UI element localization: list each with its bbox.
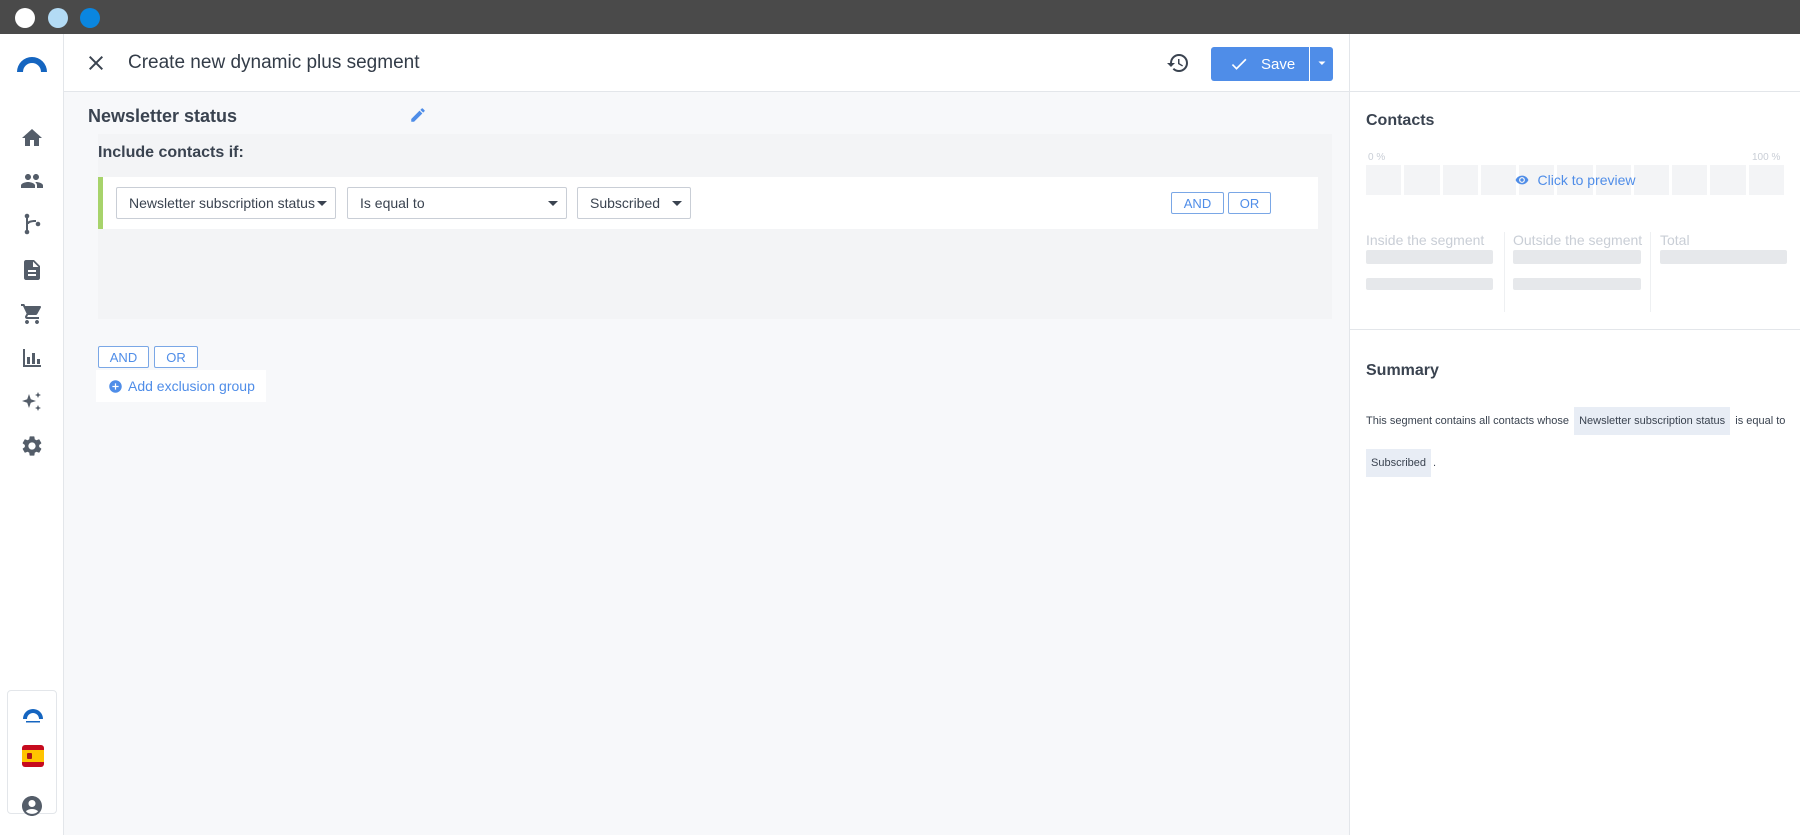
inside-count-placeholder — [1366, 250, 1493, 264]
save-button-label: Save — [1261, 55, 1296, 73]
automation-icon — [24, 213, 41, 235]
ai-sparkle-icon — [22, 392, 41, 411]
contacts-title: Contacts — [1366, 112, 1435, 129]
inside-percent-placeholder — [1366, 278, 1493, 290]
field-select[interactable]: Newsletter subscription status — [116, 187, 336, 219]
contacts-icon — [21, 174, 43, 188]
outside-percent-placeholder — [1513, 278, 1641, 290]
nav-contacts[interactable] — [16, 165, 48, 197]
operator-select[interactable]: Is equal to — [347, 187, 567, 219]
add-exclusion-group-button[interactable]: Add exclusion group — [96, 370, 266, 402]
click-to-preview-link[interactable]: Click to preview — [1350, 165, 1800, 195]
summary-value-chip: Subscribed — [1366, 449, 1432, 477]
plus-circle-icon — [109, 379, 122, 393]
operator-select-value: Is equal to — [360, 195, 425, 211]
window-titlebar — [0, 0, 1800, 34]
eye-icon — [1516, 175, 1529, 185]
summary-prefix: This segment contains all contacts whose — [1366, 415, 1569, 427]
summary-suffix: . — [1433, 457, 1437, 469]
save-button[interactable]: Save — [1211, 47, 1309, 81]
inside-segment-label: Inside the segment — [1366, 232, 1485, 248]
user-account-icon — [22, 796, 42, 816]
value-select[interactable]: Subscribed — [577, 187, 691, 219]
nav-reports[interactable] — [16, 342, 48, 374]
edit-pencil-icon[interactable] — [409, 106, 427, 124]
stat-divider — [1650, 232, 1651, 312]
panel-header — [1350, 34, 1800, 92]
left-nav — [0, 34, 64, 835]
forms-icon — [24, 260, 40, 280]
ecommerce-icon — [21, 304, 42, 324]
add-exclusion-label: Add exclusion group — [128, 378, 255, 394]
home-icon — [22, 129, 42, 146]
nav-settings[interactable] — [16, 430, 48, 462]
percent-min-label: 0 % — [1368, 152, 1386, 163]
segment-editor: Newsletter status Include contacts if: N… — [64, 92, 1349, 835]
window-close-dot[interactable] — [15, 8, 35, 28]
row-or-button[interactable]: OR — [1228, 192, 1271, 214]
history-icon[interactable] — [1166, 51, 1190, 75]
row-and-button[interactable]: AND — [1171, 192, 1224, 214]
include-label: Include contacts if: — [98, 144, 244, 161]
total-label: Total — [1660, 232, 1690, 248]
nav-home[interactable] — [16, 122, 48, 154]
close-icon[interactable] — [84, 51, 108, 75]
percent-max-label: 100 % — [1752, 152, 1781, 163]
summary-field-chip: Newsletter subscription status — [1574, 407, 1731, 435]
nav-automation[interactable] — [16, 208, 48, 240]
save-options-dropdown[interactable] — [1310, 47, 1333, 81]
panel-divider — [1350, 329, 1800, 330]
preview-label: Click to preview — [1537, 172, 1636, 188]
condition-row: Newsletter subscription status Is equal … — [98, 177, 1318, 229]
field-select-value: Newsletter subscription status — [129, 195, 315, 211]
window-minimize-dot[interactable] — [48, 8, 68, 28]
total-count-placeholder — [1660, 250, 1787, 264]
contacts-panel: Contacts 0 % 100 % Click to preview Insi… — [1349, 34, 1800, 835]
nav-ecommerce[interactable] — [16, 298, 48, 330]
summary-text: This segment contains all contacts whose… — [1366, 400, 1786, 484]
reports-icon — [23, 349, 41, 367]
stat-divider — [1504, 232, 1505, 312]
app-logo-icon[interactable] — [14, 52, 50, 74]
check-icon — [1231, 58, 1247, 70]
caret-down-icon — [548, 201, 558, 206]
company-logo-icon — [23, 709, 43, 723]
window-maximize-dot[interactable] — [80, 8, 100, 28]
caret-down-icon — [317, 201, 327, 206]
value-select-value: Subscribed — [590, 195, 661, 211]
nav-ai[interactable] — [16, 386, 48, 418]
outside-count-placeholder — [1513, 250, 1641, 264]
caret-down-icon — [672, 201, 682, 206]
spain-flag-icon[interactable] — [22, 745, 44, 767]
summary-title: Summary — [1366, 362, 1439, 379]
editor-header: Create new dynamic plus segment Save — [64, 34, 1349, 92]
outside-segment-label: Outside the segment — [1513, 232, 1643, 248]
nav-profile[interactable] — [16, 790, 48, 822]
page-title: Create new dynamic plus segment — [128, 52, 420, 73]
settings-icon — [22, 436, 42, 456]
group-and-button[interactable]: AND — [98, 346, 149, 368]
include-group: Include contacts if: Newsletter subscrip… — [98, 134, 1332, 368]
chevron-down-icon — [1317, 61, 1325, 65]
nav-forms[interactable] — [16, 254, 48, 286]
group-or-button[interactable]: OR — [154, 346, 198, 368]
summary-operator: is equal to — [1735, 415, 1786, 427]
segment-name: Newsletter status — [88, 106, 238, 126]
